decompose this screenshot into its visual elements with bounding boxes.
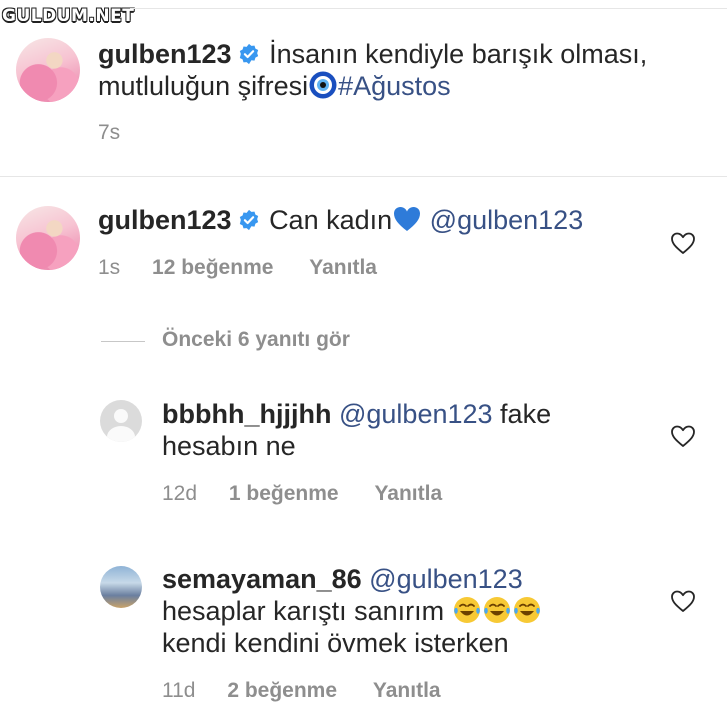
top-divider	[130, 8, 727, 9]
reply2-like-icon[interactable]	[670, 589, 696, 613]
reply2-avatar[interactable]	[100, 566, 142, 608]
caption-text: gulben123 İnsanın kendiyle barışık olmas…	[98, 38, 647, 71]
caption-hashtag[interactable]: #Ağustos	[338, 71, 451, 101]
verified-badge-icon	[239, 209, 258, 231]
comment1-time: 1s	[98, 256, 121, 279]
reply1-mention[interactable]: @gulben123	[339, 399, 493, 429]
comment1-avatar[interactable]	[16, 206, 80, 270]
reply1-body-2: hesabın ne	[162, 431, 296, 461]
reply1-username[interactable]: bbbhh_hjjjhh	[162, 399, 331, 429]
blue-heart-icon	[394, 207, 421, 231]
caption-time: 7s	[98, 121, 121, 144]
comment1-text: gulben123 Can kadın @gulben123	[98, 204, 583, 237]
caption-username[interactable]: gulben123	[98, 39, 232, 69]
reply2-username[interactable]: semayaman_86	[162, 564, 362, 594]
reply2-text: semayaman_86 @gulben123	[162, 563, 523, 596]
reply1-like-icon[interactable]	[670, 424, 696, 448]
caption-line2: mutluluğun şifresi	[98, 71, 309, 101]
tears-of-joy-icon	[452, 596, 542, 626]
comment1-username[interactable]: gulben123	[98, 205, 232, 235]
reply2-body-1: hesaplar karıştı sanırım	[162, 596, 445, 626]
comment1-reply-button[interactable]: Yanıtla	[309, 256, 377, 279]
reply1-avatar[interactable]	[100, 400, 142, 442]
reply1-time: 12d	[162, 482, 198, 505]
reply2-mention[interactable]: @gulben123	[369, 564, 523, 594]
reply2-text-line2: hesaplar karıştı sanırım	[162, 595, 542, 628]
section-divider	[0, 176, 727, 177]
comment1-mention[interactable]: @gulben123	[430, 205, 584, 235]
reply2-time: 11d	[162, 679, 196, 702]
thread-line	[101, 341, 145, 342]
reply2-text-line3: kendi kendini övmek isterken	[162, 627, 509, 660]
reply1-text: bbbhh_hjjjhh @gulben123 fake	[162, 398, 551, 431]
comment1-body: Can kadın	[269, 205, 393, 235]
comment1-like-icon[interactable]	[670, 231, 696, 255]
watermark: GULDUM.NET	[2, 6, 135, 26]
reply1-body-1: fake	[500, 399, 552, 429]
reply2-body-2: kendi kendini övmek isterken	[162, 628, 509, 658]
reply1-text-line2: hesabın ne	[162, 430, 296, 463]
nazar-evil-eye-icon	[309, 71, 337, 99]
reply1-reply-button[interactable]: Yanıtla	[374, 482, 442, 505]
comment1-likes[interactable]: 12 beğenme	[152, 256, 273, 279]
reply1-meta: 12d 1 beğenme Yanıtla	[162, 482, 442, 506]
caption-text-line2: mutluluğun şifresi #Ağustos	[98, 70, 451, 103]
reply2-reply-button[interactable]: Yanıtla	[373, 679, 441, 702]
view-previous-replies[interactable]: Önceki 6 yanıtı gör	[162, 328, 350, 352]
reply1-likes[interactable]: 1 beğenme	[229, 482, 339, 505]
verified-badge-icon	[239, 43, 258, 65]
caption-line1: İnsanın kendiyle barışık olması,	[269, 39, 648, 69]
reply2-likes[interactable]: 2 beğenme	[227, 679, 337, 702]
caption-avatar[interactable]	[16, 38, 80, 102]
reply2-meta: 11d 2 beğenme Yanıtla	[162, 679, 441, 703]
comment1-meta: 1s 12 beğenme Yanıtla	[98, 256, 377, 280]
